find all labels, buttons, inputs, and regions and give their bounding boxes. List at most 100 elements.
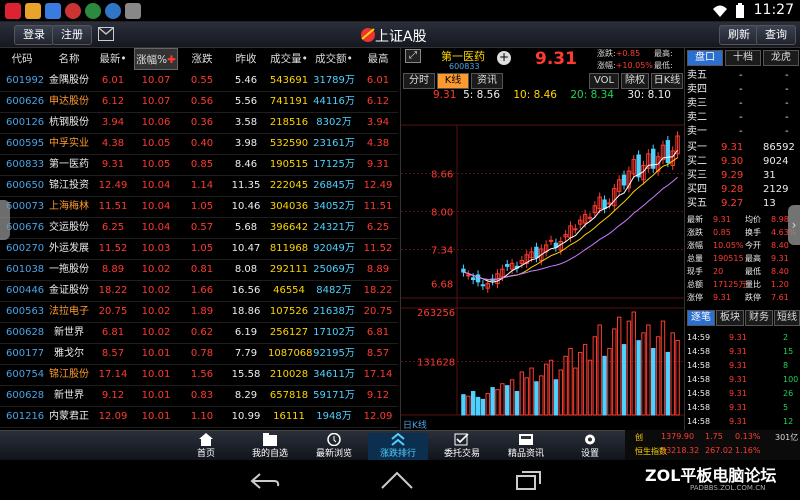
nav-watchlist[interactable]: 我的自选 xyxy=(240,433,300,461)
cell-code: 601216 xyxy=(6,411,45,422)
nav-news[interactable]: 精品资讯 xyxy=(496,433,556,461)
cell-high: 4.38 xyxy=(366,138,390,149)
table-row[interactable]: 600563 法拉电子 20.75 10.02 1.89 18.86 107526 21638… xyxy=(0,301,398,324)
col-header-prev-close[interactable]: 昨收 xyxy=(226,48,266,70)
table-row[interactable]: 600676 交运股份 6.25 10.04 0.57 5.68 396642 24321万 6… xyxy=(0,217,398,240)
table-row[interactable]: 600126 杭钢股份 3.94 10.06 0.36 3.58 218516 8302万 3.… xyxy=(0,112,398,135)
bid-row[interactable]: 买四 9.28 2129 xyxy=(685,182,800,197)
volume-bar xyxy=(495,389,500,416)
nav-recent[interactable]: 最新浏览 xyxy=(304,433,364,461)
table-row[interactable]: 600754 锦江股份 17.14 10.01 1.56 15.58 210028 34611… xyxy=(0,364,398,387)
cell-high: 11.52 xyxy=(363,243,393,254)
table-row[interactable]: 601216 内蒙君正 12.09 10.01 1.10 10.99 16111 1948万 1… xyxy=(0,406,398,429)
cell-amount: 31789万 xyxy=(313,75,355,86)
cell-volume: 811968 xyxy=(269,243,309,254)
col-header-name[interactable]: 名称 xyxy=(46,48,92,70)
bid-row[interactable]: 买三 9.29 31 xyxy=(685,168,800,183)
cell-name: 锦江股份 xyxy=(49,369,89,380)
table-row[interactable]: 600626 申达股份 6.12 10.07 0.56 5.56 741191 44116万 6… xyxy=(0,91,398,114)
col-header-change[interactable]: 涨跌 xyxy=(182,48,222,70)
tab-longhu[interactable]: 龙虎 xyxy=(763,50,799,66)
cell-latest: 12.49 xyxy=(98,180,128,191)
col-header-latest[interactable]: 最新• xyxy=(94,48,132,70)
nav-trade[interactable]: 委托交易 xyxy=(432,433,492,461)
table-row[interactable]: 600595 中孚实业 4.38 10.05 0.40 3.98 532590 23161万 4… xyxy=(0,133,398,156)
table-row[interactable]: 600628 新世界 6.81 10.02 0.62 6.19 256127 17102万 6.… xyxy=(0,322,398,345)
index-row[interactable]: 创 1379.90 1.75 0.13% 301亿 xyxy=(625,432,800,445)
ask-row[interactable]: 卖五 - - xyxy=(685,68,800,83)
table-row[interactable]: 600628 新世界 9.12 10.01 0.83 8.29 657818 59171万 9.… xyxy=(0,385,398,408)
tab-news[interactable]: 资讯 xyxy=(471,73,503,89)
register-button[interactable]: 注册 xyxy=(52,25,92,45)
cell-change-pct: 10.01 xyxy=(141,411,171,422)
col-header-high[interactable]: 最高 xyxy=(360,48,396,70)
add-watchlist-icon[interactable]: + xyxy=(497,51,511,65)
indicator-vol-select[interactable]: VOL xyxy=(589,73,619,89)
tab-finance[interactable]: 财务 xyxy=(745,310,773,326)
tab-shortline[interactable]: 短线 xyxy=(774,310,800,326)
login-button[interactable]: 登录 xyxy=(14,25,54,45)
candle xyxy=(665,140,671,163)
ask-row[interactable]: 卖二 - - xyxy=(685,110,800,125)
cell-change-pct: 10.04 xyxy=(141,222,171,233)
tab-kline[interactable]: K线 xyxy=(437,73,469,89)
table-row[interactable]: 600177 雅戈尔 8.57 10.01 0.78 7.79 1087068 92195万 8… xyxy=(0,343,398,366)
status-bar: 11:27 xyxy=(0,0,800,22)
tab-ten-levels[interactable]: 十档 xyxy=(725,50,761,66)
refresh-button[interactable]: 刷新 xyxy=(719,25,759,45)
volume-bar xyxy=(602,355,607,416)
recent-apps-icon[interactable] xyxy=(515,470,543,492)
home-icon[interactable] xyxy=(380,470,414,490)
table-row[interactable]: 600270 外运发展 11.52 10.03 1.05 10.47 811968 92049… xyxy=(0,238,398,261)
tab-quote[interactable]: 盘口 xyxy=(687,50,723,66)
candle xyxy=(621,174,627,186)
col-header-code[interactable]: 代码 xyxy=(0,48,44,70)
stat-row: 涨幅 10.05% 今开 8.40 xyxy=(685,240,800,251)
stat-label: 今开 xyxy=(745,241,761,250)
index-row[interactable]: 恒生指数 23218.32 267.02 1.16% xyxy=(625,446,800,459)
volume-bar xyxy=(475,396,481,416)
ask-row[interactable]: 卖三 - - xyxy=(685,96,800,111)
cell-latest: 11.52 xyxy=(98,243,128,254)
nav-home[interactable]: 首页 xyxy=(176,433,236,461)
pager-left-handle[interactable] xyxy=(0,200,10,240)
table-row[interactable]: 600446 金证股份 18.22 10.02 1.66 16.56 46554 8482万 1… xyxy=(0,280,398,303)
volume-bar xyxy=(636,340,641,416)
cell-code: 600073 xyxy=(6,201,45,212)
fullscreen-icon[interactable]: ⤢ xyxy=(405,49,421,63)
volume-bar xyxy=(641,332,646,416)
trade-row: 14:58 9.31 8 xyxy=(685,358,800,373)
col-header-volume[interactable]: 成交量• xyxy=(268,48,310,70)
table-row[interactable]: 601038 一拖股份 8.89 10.02 0.81 8.08 292111 25069万 8… xyxy=(0,259,398,282)
bid-row[interactable]: 买五 9.27 13 xyxy=(685,196,800,211)
exright-select[interactable]: 除权 xyxy=(621,73,649,89)
bid-row[interactable]: 买一 9.31 86592 xyxy=(685,140,800,155)
tab-tick[interactable]: 逐笔 xyxy=(687,310,715,326)
back-icon[interactable] xyxy=(250,472,280,490)
cell-prev-close: 11.35 xyxy=(231,180,261,191)
mail-icon[interactable] xyxy=(98,27,114,41)
pager-right-handle[interactable]: › xyxy=(788,205,800,245)
table-row[interactable]: 600833 第一医药 9.31 10.05 0.85 8.46 190515 17125万 9… xyxy=(0,154,398,177)
trade-volume: 2 xyxy=(783,333,789,342)
query-button[interactable]: 查询 xyxy=(756,25,796,45)
stat-label: 总额 xyxy=(687,280,703,289)
table-row[interactable]: 600650 锦江投资 12.49 10.04 1.14 11.35 222045 26845… xyxy=(0,175,398,198)
bid-row[interactable]: 买二 9.30 9024 xyxy=(685,154,800,169)
volume-bar xyxy=(597,324,602,416)
candlestick-chart[interactable]: 8.66 8.00 7.34 6.68 263256 131628 xyxy=(401,103,684,428)
tab-intraday[interactable]: 分时 xyxy=(403,73,435,89)
cell-latest: 3.94 xyxy=(101,117,125,128)
table-row[interactable]: 601992 金隅股份 6.01 10.07 0.55 5.46 543691 31789万 6… xyxy=(0,70,398,93)
tab-sector[interactable]: 板块 xyxy=(716,310,744,326)
ask-row[interactable]: 卖四 - - xyxy=(685,82,800,97)
ask-row[interactable]: 卖一 - - xyxy=(685,124,800,139)
nav-settings[interactable]: 设置 xyxy=(560,433,620,461)
col-header-change-pct[interactable]: 涨幅%✚ xyxy=(134,48,178,70)
table-row[interactable]: 600073 上海梅林 11.51 10.04 1.05 10.46 304036 34052… xyxy=(0,196,398,219)
period-select[interactable]: 日K线 xyxy=(651,73,683,89)
nav-ranking[interactable]: 涨跌排行 xyxy=(368,433,428,461)
col-header-amount[interactable]: 成交额• xyxy=(312,48,356,70)
cell-name: 锦江投资 xyxy=(49,180,89,191)
battery-icon xyxy=(732,3,748,19)
